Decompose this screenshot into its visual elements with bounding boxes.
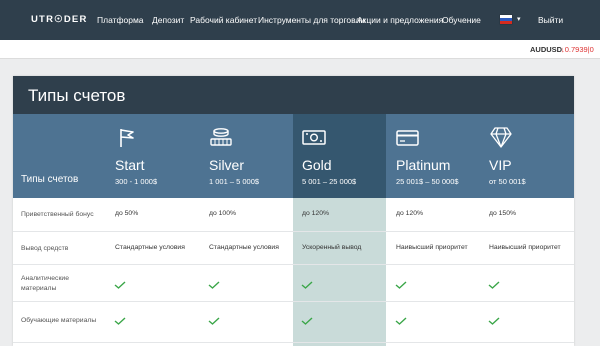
logout-link[interactable]: Выйти (538, 15, 563, 25)
checkmark-icon (301, 317, 313, 325)
logo[interactable]: UTR☉DER (31, 14, 88, 25)
cell: до 100% (209, 210, 237, 217)
cell: Ускоренный вывод (302, 244, 362, 251)
plan-range: 1 001 – 5 000$ (209, 177, 260, 186)
table-row-analytics: Аналитические материалы (13, 265, 574, 302)
chevron-down-icon[interactable]: ▾ (517, 15, 521, 23)
cell: до 120% (302, 210, 330, 217)
plan-name: Start (115, 157, 145, 173)
checkmark-icon (488, 281, 500, 289)
plan-platinum[interactable]: Platinum 25 001$ – 50 000$ (387, 114, 480, 198)
cell: Наивысший приоритет (396, 244, 468, 251)
checkmark-icon (208, 317, 220, 325)
row-label: Приветственный бонус (21, 211, 94, 218)
top-navigation: UTR☉DER Платформа Депозит Рабочий кабине… (0, 0, 600, 40)
plan-gold[interactable]: Gold 5 001 – 25 000$ (293, 114, 386, 198)
table-row-withdrawal: Вывод средств Стандартные условия Станда… (13, 232, 574, 265)
checkmark-icon (208, 281, 220, 289)
page-title: Типы счетов (28, 86, 126, 105)
table-row-bonus: Приветственный бонус до 50% до 100% до 1… (13, 198, 574, 232)
plans-header-row: Типы счетов Start 300 - 1 000$ Silver 1 … (13, 114, 574, 198)
plan-range: 25 001$ – 50 000$ (396, 177, 459, 186)
plan-silver[interactable]: Silver 1 001 – 5 000$ (200, 114, 293, 198)
plan-name: Silver (209, 157, 245, 173)
ticker-symbol: AUDUSD (530, 45, 563, 54)
row-label: Аналитические материалы (21, 275, 70, 292)
table-row-education: Обучающие материалы (13, 302, 574, 343)
plan-name: Platinum (396, 157, 451, 173)
checkmark-icon (395, 317, 407, 325)
row-label: Вывод средств (21, 245, 69, 252)
card-header: Типы счетов (13, 76, 574, 114)
price-ticker: AUDUSD ↓0.7939|0 (0, 40, 600, 59)
checkmark-icon (488, 317, 500, 325)
plan-start[interactable]: Start 300 - 1 000$ (106, 114, 199, 198)
flag-icon (120, 129, 134, 147)
cell: Стандартные условия (115, 244, 185, 251)
cell: Наивысший приоритет (489, 244, 561, 251)
nav-deposit[interactable]: Депозит (152, 15, 184, 25)
checkmark-icon (395, 281, 407, 289)
checkmark-icon (114, 317, 126, 325)
checkmark-icon (301, 281, 313, 289)
plan-name: VIP (489, 157, 512, 173)
credit-card-icon (396, 130, 419, 146)
diamond-icon (490, 127, 512, 148)
checkmark-icon (114, 281, 126, 289)
nav-platform[interactable]: Платформа (97, 15, 144, 25)
ticker-value: ↓0.7939|0 (561, 45, 594, 54)
nav-cabinet[interactable]: Рабочий кабинет (190, 15, 257, 25)
cell: Стандартные условия (209, 244, 279, 251)
coins-icon (210, 128, 232, 146)
banknote-icon (302, 130, 326, 145)
plan-range: 5 001 – 25 000$ (302, 177, 357, 186)
cell: до 150% (489, 210, 517, 217)
plan-range: 300 - 1 000$ (115, 177, 158, 186)
account-types-card: Типы счетов Типы счетов Start 300 - 1 00… (13, 76, 574, 346)
cell: до 120% (396, 210, 424, 217)
flag-ru-icon[interactable] (500, 15, 512, 24)
nav-education[interactable]: Обучение (442, 15, 481, 25)
plan-name: Gold (302, 157, 332, 173)
nav-promotions[interactable]: Акции и предложения (357, 15, 443, 25)
row-label: Обучающие материалы (21, 317, 97, 324)
plan-vip[interactable]: VIP от 50 001$ (480, 114, 573, 198)
plans-row-label: Типы счетов (21, 174, 79, 185)
nav-trading-tools[interactable]: Инструменты для торговли (258, 15, 365, 25)
cell: до 50% (115, 210, 139, 217)
plan-range: от 50 001$ (489, 177, 526, 186)
